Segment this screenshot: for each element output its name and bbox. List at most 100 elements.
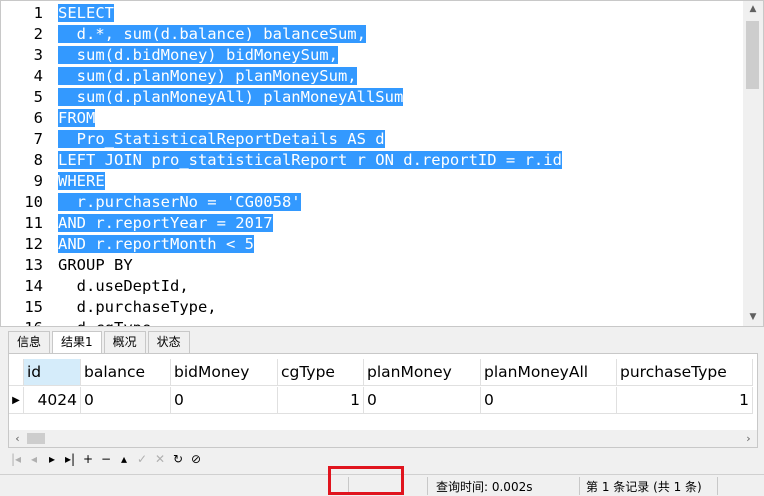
up-icon[interactable]: ▴ [116, 451, 132, 467]
line-number: 15 [24, 298, 43, 316]
code-line[interactable]: LEFT JOIN pro_statisticalReport r ON d.r… [58, 150, 741, 171]
status-divider [717, 477, 718, 495]
highlight-annotation-box [328, 466, 404, 495]
line-number: 5 [33, 88, 43, 106]
status-divider [427, 477, 428, 495]
code-line-text: d.*, sum(d.balance) balanceSum, [58, 25, 366, 43]
tab-1[interactable]: 结果1 [52, 331, 102, 354]
tab-0[interactable]: 信息 [8, 331, 51, 353]
code-line[interactable]: AND r.reportYear = 2017 [58, 213, 741, 234]
grid-header-row: id balance bidMoney cgType planMoney planMone… [9, 359, 753, 386]
line-number: 12 [24, 235, 43, 253]
status-divider [579, 477, 580, 495]
table-cell[interactable]: 1 [617, 387, 753, 414]
code-line-text: FROM [58, 109, 96, 127]
refresh-icon[interactable]: ↻ [170, 451, 186, 467]
scrollbar-thumb[interactable] [746, 21, 759, 89]
table-cell[interactable]: 4024 [24, 387, 81, 414]
table-cell[interactable]: 0 [364, 387, 481, 414]
line-number: 10 [24, 193, 43, 211]
next-record-icon[interactable]: ▸ [44, 451, 60, 467]
code-line-text: AND r.reportYear = 2017 [58, 214, 273, 232]
code-line-text: d.useDeptId, [58, 277, 189, 295]
code-line-text: d.cgType [58, 319, 152, 326]
code-line-text: WHERE [58, 172, 105, 190]
table-row[interactable]: ▶ 4024 0 0 1 0 0 1 [9, 387, 753, 414]
line-number: 13 [24, 256, 43, 274]
line-number: 1 [33, 4, 43, 22]
line-number: 8 [33, 151, 43, 169]
apply-icon[interactable]: ✓ [134, 451, 150, 467]
delete-record-icon[interactable]: − [98, 451, 114, 467]
prev-record-icon[interactable]: ◂ [26, 451, 42, 467]
code-line[interactable]: WHERE [58, 171, 741, 192]
row-indicator-header [9, 359, 24, 386]
column-header[interactable]: balance [81, 359, 171, 386]
code-line[interactable]: AND r.reportMonth < 5 [58, 234, 741, 255]
result-grid[interactable]: id balance bidMoney cgType planMoney planMone… [8, 353, 758, 448]
line-number: 2 [33, 25, 43, 43]
code-line-text: r.purchaserNo = 'CG0058' [58, 193, 301, 211]
add-record-icon[interactable]: + [80, 451, 96, 467]
code-line[interactable]: d.cgType [58, 318, 741, 326]
code-line[interactable]: SELECT [58, 3, 741, 24]
column-header[interactable]: planMoneyAll [481, 359, 617, 386]
scroll-left-icon[interactable]: ‹ [9, 430, 26, 447]
code-line-text: sum(d.bidMoney) bidMoneySum, [58, 46, 338, 64]
column-header[interactable]: bidMoney [171, 359, 278, 386]
table-cell[interactable]: 1 [278, 387, 364, 414]
editor-vertical-scrollbar[interactable]: ▲ ▼ [743, 1, 763, 326]
sql-editor[interactable]: 12345678910111213141516 SELECT d.*, sum(… [0, 0, 764, 327]
code-line[interactable]: sum(d.planMoneyAll) planMoneyAllSum [58, 87, 741, 108]
line-number: 6 [33, 109, 43, 127]
tab-3[interactable]: 状态 [147, 331, 190, 353]
code-area[interactable]: SELECT d.*, sum(d.balance) balanceSum, s… [58, 3, 741, 326]
last-record-icon[interactable]: ▸| [62, 451, 78, 467]
code-line-text: sum(d.planMoney) planMoneySum, [58, 67, 357, 85]
table-cell[interactable]: 0 [171, 387, 278, 414]
code-line[interactable]: Pro_StatisticalReportDetails AS d [58, 129, 741, 150]
code-line[interactable]: sum(d.bidMoney) bidMoneySum, [58, 45, 741, 66]
code-line[interactable]: r.purchaserNo = 'CG0058' [58, 192, 741, 213]
code-line-text: sum(d.planMoneyAll) planMoneyAllSum [58, 88, 404, 106]
grid-horizontal-scrollbar[interactable]: ‹ › [9, 430, 757, 447]
code-line-text: LEFT JOIN pro_statisticalReport r ON d.r… [58, 151, 562, 169]
code-line-text: d.purchaseType, [58, 298, 217, 316]
scroll-right-icon[interactable]: › [740, 430, 757, 447]
query-time-label: 查询时间: 0.002s [436, 480, 533, 494]
table-cell[interactable]: 0 [481, 387, 617, 414]
line-number: 14 [24, 277, 43, 295]
scroll-down-icon[interactable]: ▼ [743, 309, 763, 326]
code-line[interactable]: sum(d.planMoney) planMoneySum, [58, 66, 741, 87]
first-record-icon[interactable]: |◂ [8, 451, 24, 467]
column-header[interactable]: cgType [278, 359, 364, 386]
scroll-up-icon[interactable]: ▲ [743, 1, 763, 18]
column-header[interactable]: planMoney [364, 359, 481, 386]
code-line[interactable]: d.purchaseType, [58, 297, 741, 318]
line-number-gutter: 12345678910111213141516 [1, 3, 51, 326]
record-count-label: 第 1 条记录 (共 1 条) [586, 480, 702, 494]
line-number: 4 [33, 67, 43, 85]
cancel-icon[interactable]: ✕ [152, 451, 168, 467]
code-line[interactable]: d.useDeptId, [58, 276, 741, 297]
code-line[interactable]: GROUP BY [58, 255, 741, 276]
code-line-text: SELECT [58, 4, 114, 22]
code-line-text: GROUP BY [58, 256, 133, 274]
tab-2[interactable]: 概况 [103, 331, 146, 353]
scrollbar-thumb[interactable] [27, 433, 45, 444]
line-number: 7 [33, 130, 43, 148]
code-line[interactable]: d.*, sum(d.balance) balanceSum, [58, 24, 741, 45]
column-header[interactable]: purchaseType [617, 359, 753, 386]
current-row-icon: ▶ [9, 387, 24, 414]
line-number: 11 [24, 214, 43, 232]
stop-icon[interactable]: ⊘ [188, 451, 204, 467]
line-number: 16 [1, 318, 51, 326]
code-line[interactable]: FROM [58, 108, 741, 129]
column-header[interactable]: id [24, 359, 81, 386]
result-tabs: 信息 结果1 概况 状态 [8, 331, 192, 354]
table-cell[interactable]: 0 [81, 387, 171, 414]
code-line-text: Pro_StatisticalReportDetails AS d [58, 130, 385, 148]
line-number: 9 [33, 172, 43, 190]
record-navigation-toolbar: |◂ ◂ ▸ ▸| + − ▴ ✓ ✕ ↻ ⊘ [8, 450, 206, 468]
code-line-text: AND r.reportMonth < 5 [58, 235, 254, 253]
